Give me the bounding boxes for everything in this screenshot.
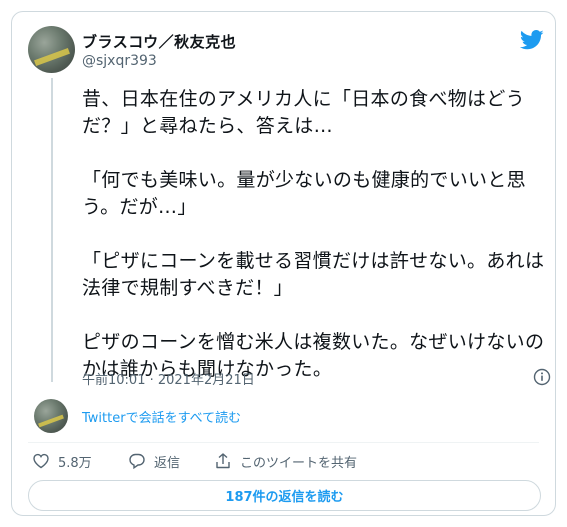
heart-icon bbox=[33, 453, 49, 469]
info-icon[interactable] bbox=[533, 368, 551, 386]
author-name[interactable]: ブラスコウ／秋友克也 bbox=[82, 31, 236, 52]
share-button[interactable]: このツイートを共有 bbox=[214, 450, 357, 472]
read-replies-button[interactable]: 187件の返信を読む bbox=[28, 480, 541, 511]
share-label: このツイートを共有 bbox=[240, 455, 358, 471]
tweet-text: 昔、日本在住のアメリカ人に「日本の食べ物はどうだ？」と尋ねたら、答えは… 「何で… bbox=[82, 88, 545, 380]
divider bbox=[28, 442, 539, 443]
reply-icon bbox=[129, 453, 145, 470]
like-button[interactable]: 5.8万 bbox=[32, 450, 92, 472]
reply-button[interactable]: 返信 bbox=[128, 450, 180, 472]
share-icon bbox=[216, 453, 230, 469]
author-avatar[interactable] bbox=[28, 26, 75, 73]
like-count: 5.8万 bbox=[58, 455, 92, 471]
author-handle[interactable]: @sjxqr393 bbox=[82, 53, 157, 69]
tweet-card: ブラスコウ／秋友克也 @sjxqr393 昔、日本在住のアメリカ人に「日本の食べ… bbox=[11, 11, 556, 516]
reply-label: 返信 bbox=[154, 455, 181, 471]
thread-line bbox=[51, 78, 53, 382]
read-conversation-link[interactable]: Twitterで会話をすべて読む bbox=[82, 407, 241, 426]
tweet-timestamp[interactable]: 午前10:01 · 2021年2月21日 bbox=[82, 369, 255, 388]
thread-avatar[interactable] bbox=[34, 399, 68, 433]
twitter-bird-icon[interactable] bbox=[520, 30, 544, 50]
